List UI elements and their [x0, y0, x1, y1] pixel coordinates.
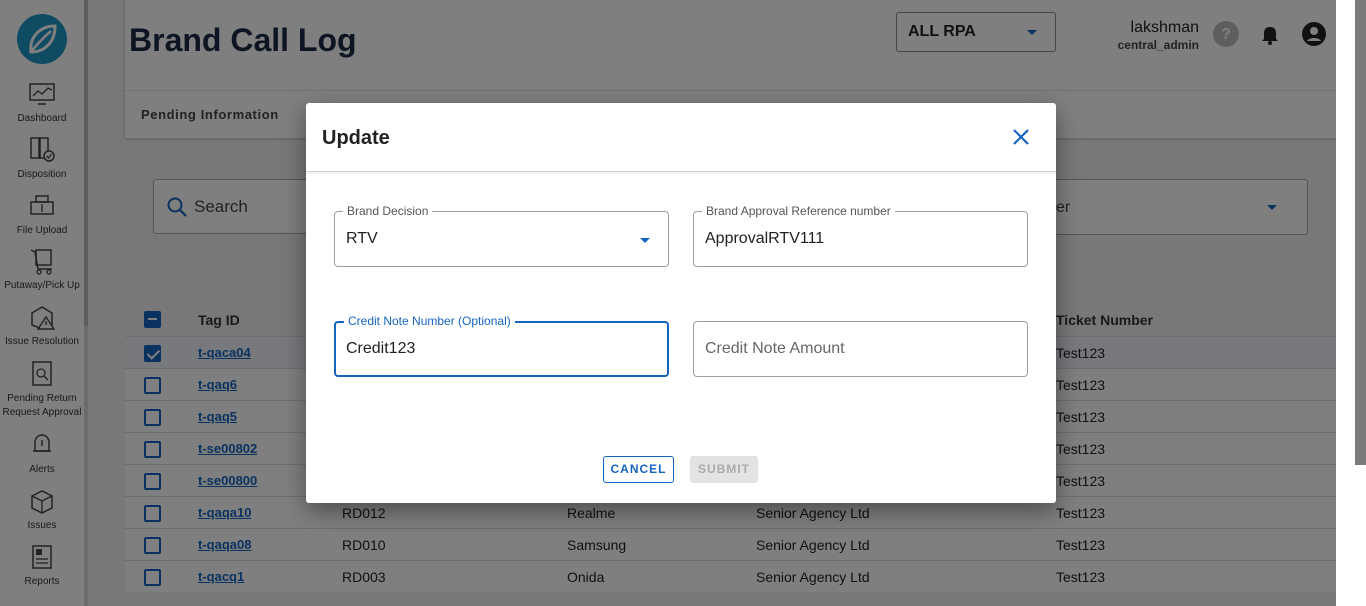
cancel-button[interactable]: CANCEL — [603, 456, 674, 483]
brand-decision-select[interactable]: Brand Decision RTV — [334, 204, 669, 267]
credit-note-number-field[interactable]: Credit Note Number (Optional) Credit123 — [334, 314, 669, 377]
chevron-down-icon — [640, 238, 650, 243]
page-scrollbar-area — [1336, 0, 1366, 606]
dialog-title: Update — [322, 127, 390, 149]
credit-note-number-label: Credit Note Number (Optional) — [344, 314, 515, 328]
submit-button[interactable]: SUBMIT — [690, 456, 758, 483]
dialog-divider — [306, 171, 1056, 172]
page-scrollbar[interactable] — [1355, 0, 1366, 465]
brand-decision-value: RTV — [346, 230, 378, 247]
close-icon[interactable] — [1010, 126, 1032, 148]
brand-decision-label: Brand Decision — [343, 204, 433, 218]
credit-note-amount-field[interactable]: Credit Note Amount — [693, 321, 1028, 377]
credit-note-number-value: Credit123 — [346, 340, 416, 357]
approval-reference-label: Brand Approval Reference number — [702, 204, 895, 218]
approval-reference-value: ApprovalRTV111 — [705, 230, 825, 247]
approval-reference-field[interactable]: Brand Approval Reference number Approval… — [693, 204, 1028, 267]
credit-note-amount-placeholder: Credit Note Amount — [705, 340, 845, 357]
update-dialog: Update Brand Decision RTV Brand Approval… — [306, 103, 1056, 503]
